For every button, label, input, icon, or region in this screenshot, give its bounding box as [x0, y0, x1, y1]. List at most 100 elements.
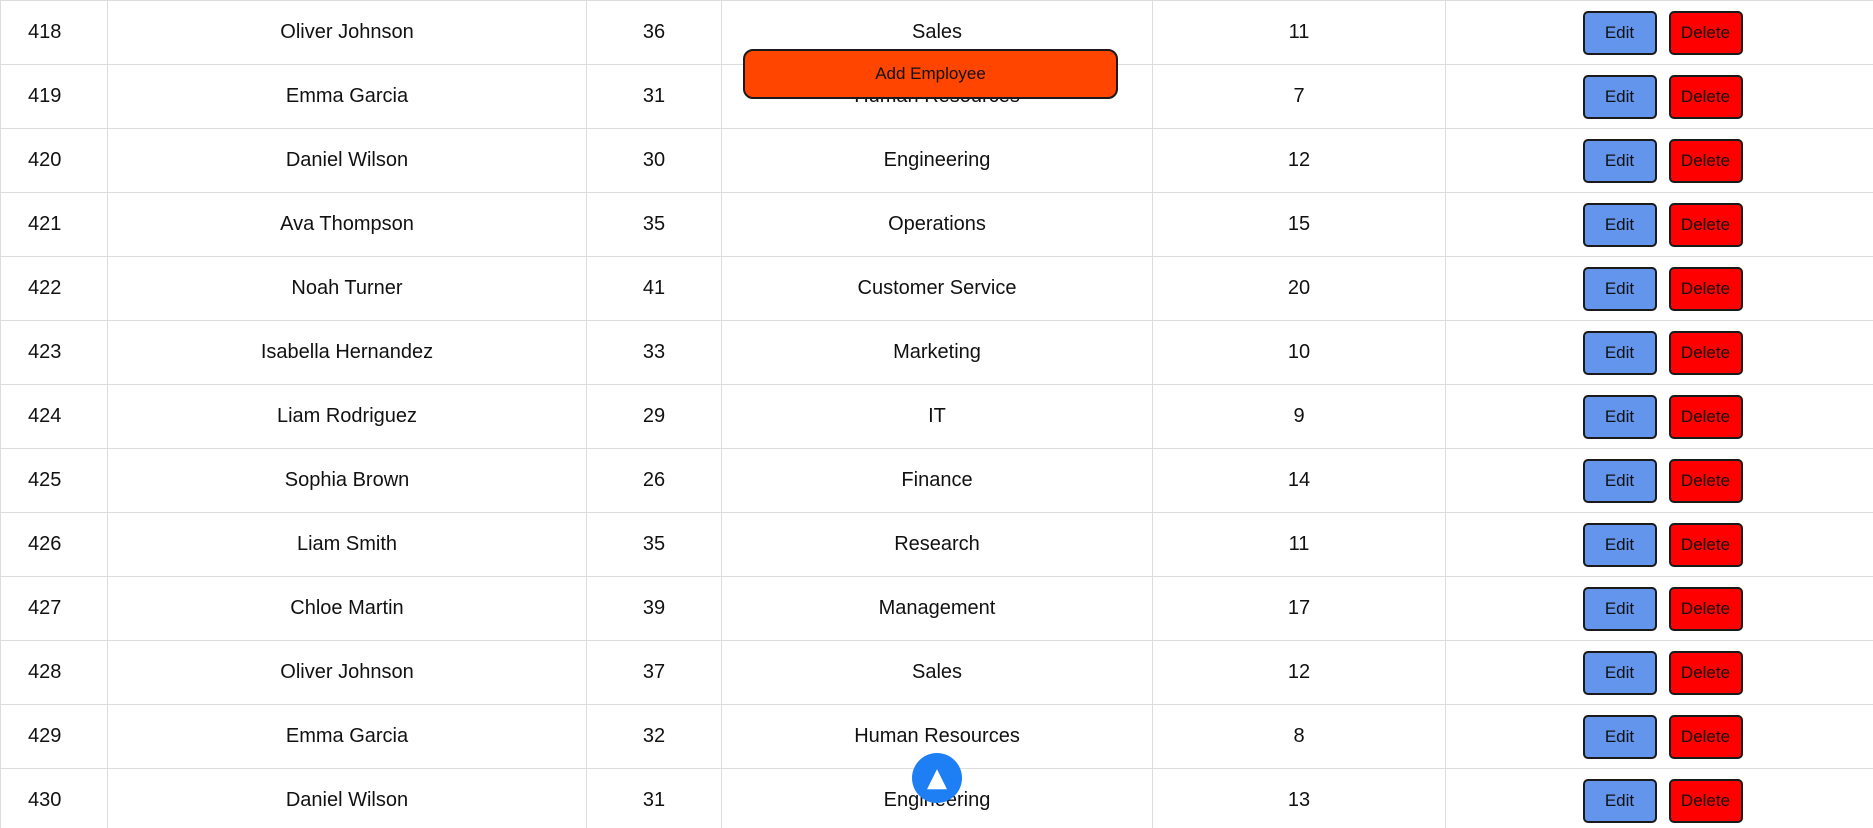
edit-button[interactable]: Edit — [1582, 266, 1657, 311]
edit-button[interactable]: Edit — [1582, 650, 1657, 695]
row-actions: Edit Delete — [1446, 202, 1873, 247]
employee-age-cell: 41 — [586, 256, 722, 321]
edit-button[interactable]: Edit — [1582, 714, 1657, 759]
table-row: 421 Ava Thompson 35 Operations 15 Edit Delete — [0, 192, 1873, 257]
employee-age-cell: 33 — [586, 320, 722, 385]
arrow-up-icon: ▲ — [927, 763, 947, 793]
employee-name-cell: Oliver Johnson — [107, 0, 587, 65]
edit-button[interactable]: Edit — [1582, 202, 1657, 247]
employee-id-cell: 429 — [0, 704, 108, 769]
actions-cell: Edit Delete — [1445, 448, 1873, 513]
table-row: 422 Noah Turner 41 Customer Service 20 Edit De… — [0, 256, 1873, 321]
delete-button[interactable]: Delete — [1668, 778, 1743, 823]
actions-cell: Edit Delete — [1445, 640, 1873, 705]
employee-department-cell: Marketing — [721, 320, 1153, 385]
employee-experience-cell: 11 — [1152, 512, 1446, 577]
actions-cell: Edit Delete — [1445, 576, 1873, 641]
employee-id-cell: 420 — [0, 128, 108, 193]
row-actions: Edit Delete — [1446, 522, 1873, 567]
employee-department-cell: Management — [721, 576, 1153, 641]
employee-name-cell: Noah Turner — [107, 256, 587, 321]
employee-id-cell: 427 — [0, 576, 108, 641]
actions-cell: Edit Delete — [1445, 704, 1873, 769]
employee-id-cell: 422 — [0, 256, 108, 321]
delete-button[interactable]: Delete — [1668, 74, 1743, 119]
employee-age-cell: 35 — [586, 512, 722, 577]
delete-button[interactable]: Delete — [1668, 330, 1743, 375]
row-actions: Edit Delete — [1446, 266, 1873, 311]
delete-button[interactable]: Delete — [1668, 138, 1743, 183]
table-row: 425 Sophia Brown 26 Finance 14 Edit Delete — [0, 448, 1873, 513]
employee-age-cell: 39 — [586, 576, 722, 641]
delete-button[interactable]: Delete — [1668, 202, 1743, 247]
employee-department-cell: Finance — [721, 448, 1153, 513]
employee-name-cell: Isabella Hernandez — [107, 320, 587, 385]
row-actions: Edit Delete — [1446, 458, 1873, 503]
employee-table-body: 418 Oliver Johnson 36 Sales 11 Edit Delete 419 E… — [0, 0, 1873, 828]
row-actions: Edit Delete — [1446, 778, 1873, 823]
employee-age-cell: 30 — [586, 128, 722, 193]
employee-experience-cell: 17 — [1152, 576, 1446, 641]
employee-id-cell: 423 — [0, 320, 108, 385]
delete-button[interactable]: Delete — [1668, 650, 1743, 695]
delete-button[interactable]: Delete — [1668, 522, 1743, 567]
employee-experience-cell: 15 — [1152, 192, 1446, 257]
row-actions: Edit Delete — [1446, 714, 1873, 759]
employee-department-cell: Research — [721, 512, 1153, 577]
employee-age-cell: 29 — [586, 384, 722, 449]
employee-name-cell: Sophia Brown — [107, 448, 587, 513]
employee-department-cell: IT — [721, 384, 1153, 449]
employee-department-cell: Sales — [721, 640, 1153, 705]
edit-button[interactable]: Edit — [1582, 778, 1657, 823]
employee-age-cell: 31 — [586, 768, 722, 828]
employee-experience-cell: 8 — [1152, 704, 1446, 769]
employee-id-cell: 418 — [0, 0, 108, 65]
delete-button[interactable]: Delete — [1668, 714, 1743, 759]
edit-button[interactable]: Edit — [1582, 74, 1657, 119]
actions-cell: Edit Delete — [1445, 256, 1873, 321]
actions-cell: Edit Delete — [1445, 0, 1873, 65]
employee-department-cell: Operations — [721, 192, 1153, 257]
actions-cell: Edit Delete — [1445, 768, 1873, 828]
actions-cell: Edit Delete — [1445, 192, 1873, 257]
employee-experience-cell: 12 — [1152, 640, 1446, 705]
employee-id-cell: 425 — [0, 448, 108, 513]
employee-name-cell: Emma Garcia — [107, 704, 587, 769]
employee-age-cell: 31 — [586, 64, 722, 129]
actions-cell: Edit Delete — [1445, 128, 1873, 193]
table-row: 427 Chloe Martin 39 Management 17 Edit Delete — [0, 576, 1873, 641]
employee-id-cell: 421 — [0, 192, 108, 257]
employee-name-cell: Oliver Johnson — [107, 640, 587, 705]
employee-id-cell: 428 — [0, 640, 108, 705]
employee-experience-cell: 20 — [1152, 256, 1446, 321]
add-employee-button[interactable]: Add Employee — [743, 49, 1118, 99]
edit-button[interactable]: Edit — [1582, 330, 1657, 375]
employee-experience-cell: 14 — [1152, 448, 1446, 513]
employee-experience-cell: 13 — [1152, 768, 1446, 828]
employee-age-cell: 35 — [586, 192, 722, 257]
employee-department-cell: Customer Service — [721, 256, 1153, 321]
row-actions: Edit Delete — [1446, 394, 1873, 439]
edit-button[interactable]: Edit — [1582, 586, 1657, 631]
delete-button[interactable]: Delete — [1668, 586, 1743, 631]
actions-cell: Edit Delete — [1445, 320, 1873, 385]
edit-button[interactable]: Edit — [1582, 458, 1657, 503]
delete-button[interactable]: Delete — [1668, 458, 1743, 503]
actions-cell: Edit Delete — [1445, 64, 1873, 129]
employee-name-cell: Emma Garcia — [107, 64, 587, 129]
table-row: 420 Daniel Wilson 30 Engineering 12 Edit Delet… — [0, 128, 1873, 193]
actions-cell: Edit Delete — [1445, 512, 1873, 577]
employee-name-cell: Liam Rodriguez — [107, 384, 587, 449]
delete-button[interactable]: Delete — [1668, 10, 1743, 55]
delete-button[interactable]: Delete — [1668, 394, 1743, 439]
employee-name-cell: Chloe Martin — [107, 576, 587, 641]
edit-button[interactable]: Edit — [1582, 522, 1657, 567]
delete-button[interactable]: Delete — [1668, 266, 1743, 311]
scroll-to-top-button[interactable]: ▲ — [912, 753, 962, 803]
employee-id-cell: 430 — [0, 768, 108, 828]
edit-button[interactable]: Edit — [1582, 394, 1657, 439]
table-row: 426 Liam Smith 35 Research 11 Edit Delete — [0, 512, 1873, 577]
edit-button[interactable]: Edit — [1582, 10, 1657, 55]
employee-experience-cell: 7 — [1152, 64, 1446, 129]
edit-button[interactable]: Edit — [1582, 138, 1657, 183]
